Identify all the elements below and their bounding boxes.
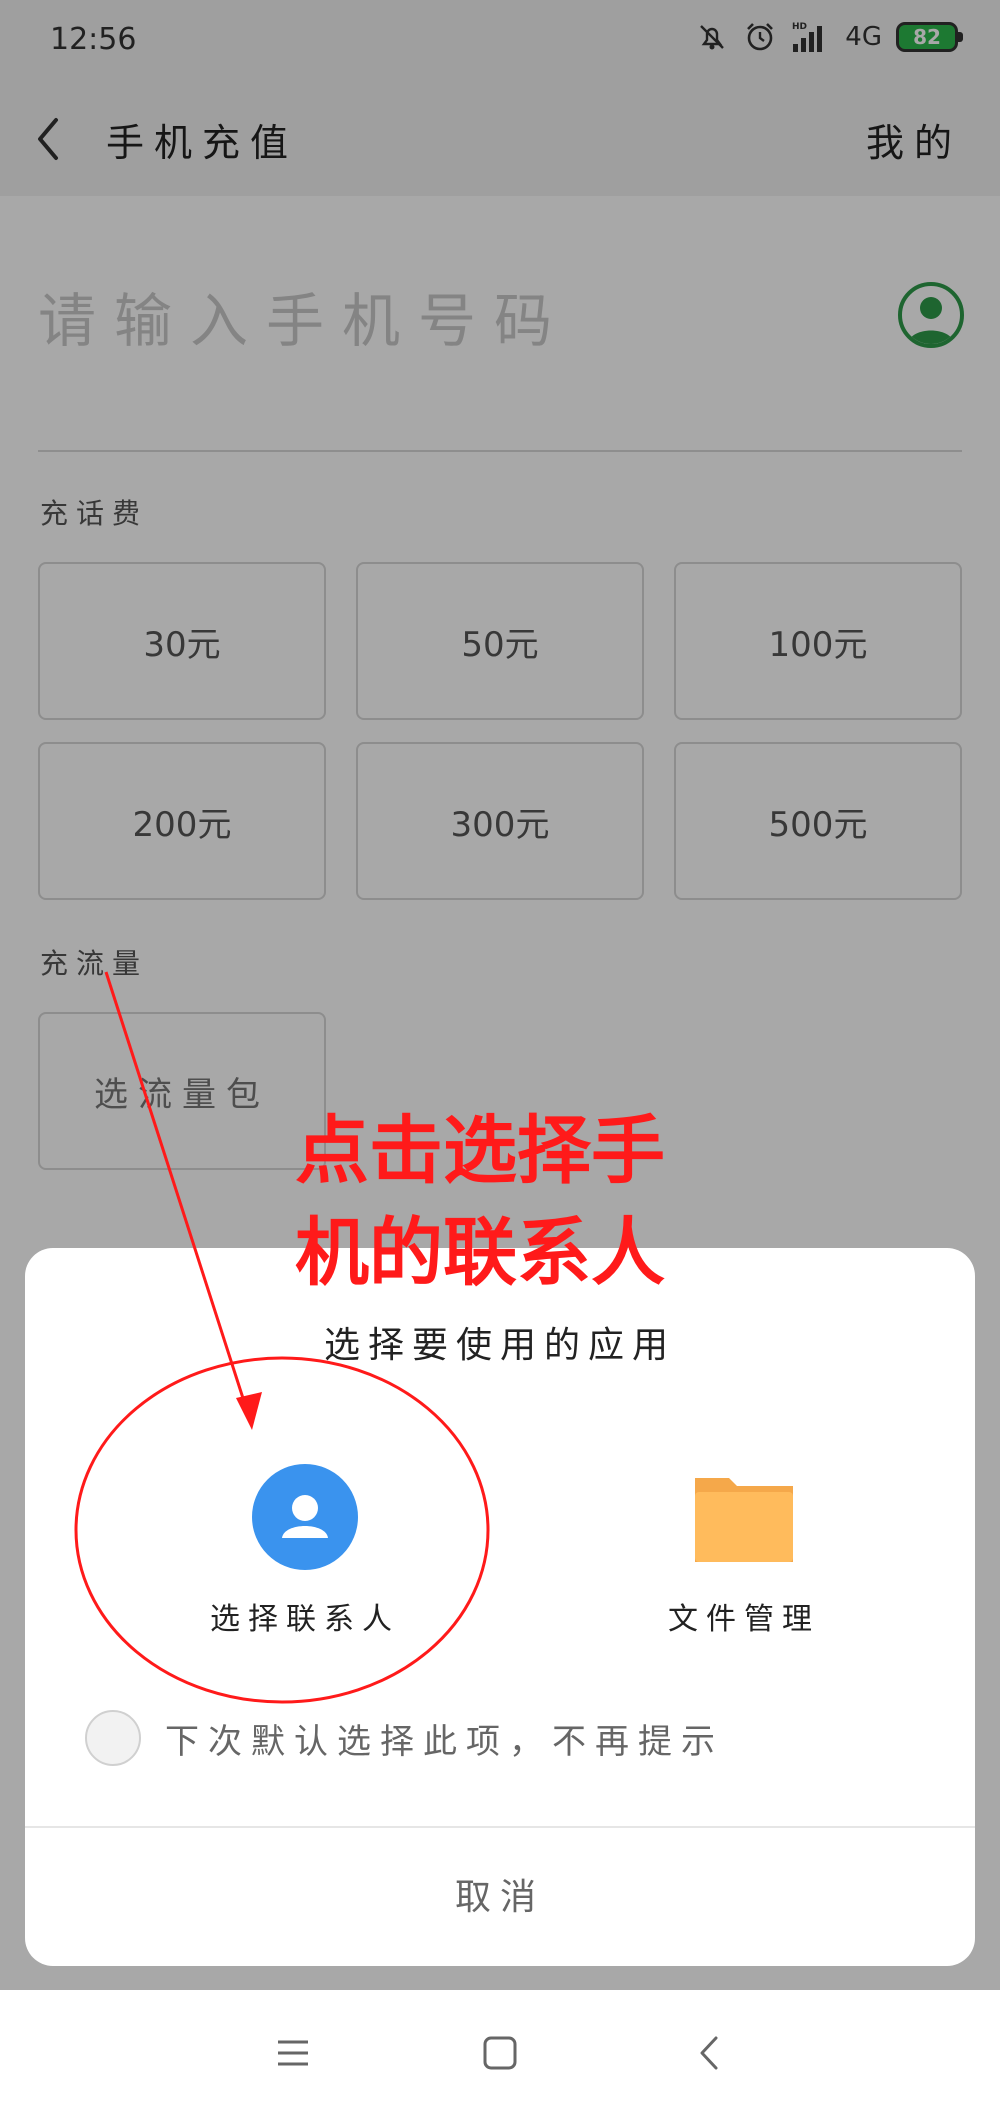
remember-choice-label: 下次默认选择此项，不再提示	[165, 1721, 724, 1762]
annotation-line-1: 点击选择手	[295, 1108, 665, 1194]
home-icon[interactable]	[475, 2028, 525, 2078]
annotation-line-2: 机的联系人	[295, 1210, 665, 1296]
select-contact-label: 选择联系人	[210, 1602, 400, 1637]
contact-person-icon	[250, 1462, 360, 1572]
remember-choice-row[interactable]: 下次默认选择此项，不再提示	[85, 1710, 724, 1766]
watermark-sub: jingyan.baidu.com	[817, 2065, 965, 2084]
file-manager-app[interactable]: 文件管理	[594, 1462, 894, 1652]
watermark-main: Baidu经验	[780, 2022, 965, 2062]
dialog-divider	[25, 1826, 975, 1828]
select-contact-app[interactable]: 选择联系人	[155, 1462, 455, 1652]
watermark: Baidu经验 jingyan.baidu.com	[765, 2014, 965, 2084]
app-chooser-dialog: 选择要使用的应用 选择联系人 文件管理 下次默认选择此项，不再提示 取消	[25, 1248, 975, 1966]
remember-checkbox[interactable]	[85, 1710, 141, 1766]
back-nav-icon[interactable]	[686, 2028, 736, 2078]
file-manager-label: 文件管理	[668, 1602, 820, 1637]
folder-icon	[689, 1462, 799, 1572]
cancel-button[interactable]: 取消	[25, 1830, 975, 1966]
dialog-title: 选择要使用的应用	[323, 1325, 676, 1366]
menu-icon[interactable]	[268, 2028, 318, 2078]
annotation-text: 点击选择手 机的联系人	[295, 1100, 775, 1304]
